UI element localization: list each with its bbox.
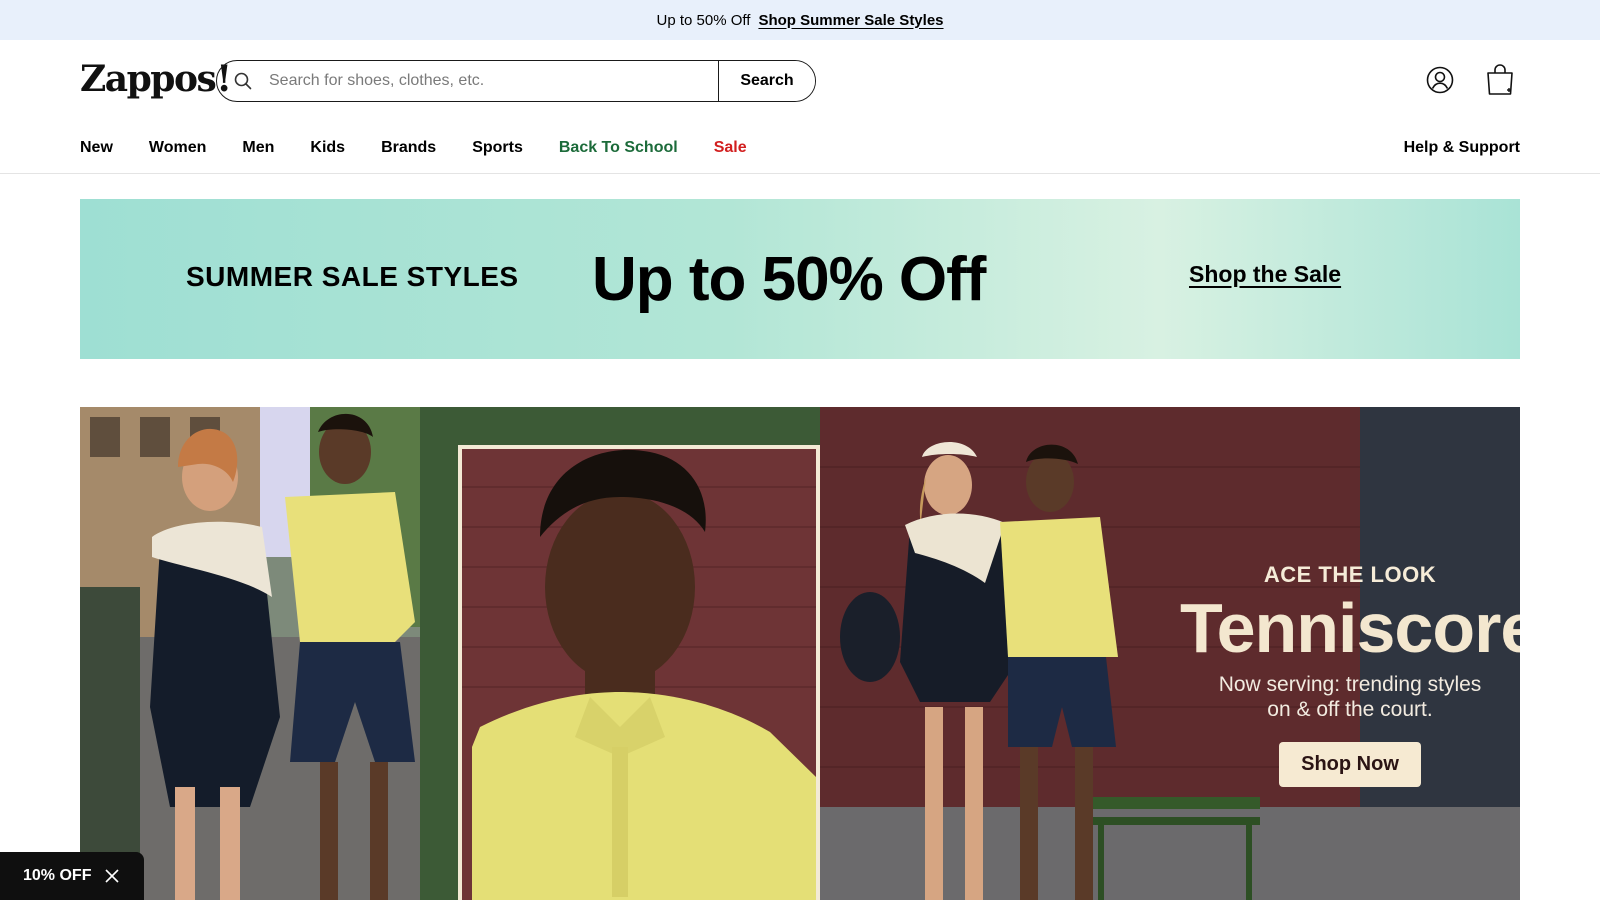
account-icon[interactable]: [1426, 66, 1454, 94]
nav-item-help-support[interactable]: Help & Support: [1404, 139, 1520, 157]
search-button[interactable]: Search: [718, 61, 815, 101]
cart-icon[interactable]: [1485, 64, 1515, 96]
hero-eyebrow: ACE THE LOOK: [1263, 562, 1437, 587]
hero-banner[interactable]: ACE THE LOOK Tenniscore Now serving: tre…: [80, 407, 1520, 900]
search-icon: [217, 61, 269, 101]
nav-item-sale[interactable]: Sale: [714, 139, 747, 157]
main-nav: New Women Men Kids Brands Sports Back To…: [80, 136, 1520, 160]
promo-link[interactable]: Shop Summer Sale Styles: [758, 12, 943, 29]
discount-label[interactable]: 10% OFF: [23, 867, 91, 885]
nav-item-sports[interactable]: Sports: [472, 139, 523, 157]
search-bar: Search: [216, 60, 816, 102]
close-icon[interactable]: [105, 869, 120, 883]
nav-item-brands[interactable]: Brands: [381, 139, 436, 157]
promo-strip: Up to 50% Off Shop Summer Sale Styles: [0, 0, 1600, 40]
banner-label: SUMMER SALE STYLES: [186, 261, 519, 292]
search-input[interactable]: [269, 61, 718, 101]
discount-tab: 10% OFF: [0, 852, 144, 900]
nav-item-new[interactable]: New: [80, 139, 113, 157]
logo-wordmark: Zappos: [80, 58, 217, 100]
nav-item-women[interactable]: Women: [149, 139, 206, 157]
zappos-logo[interactable]: Zappos!: [80, 58, 232, 100]
nav-item-kids[interactable]: Kids: [310, 139, 345, 157]
promo-text: Up to 50% Off: [656, 11, 751, 29]
site-header: Zappos! Search New Women Men Kids Brands…: [0, 40, 1600, 174]
nav-item-men[interactable]: Men: [242, 139, 274, 157]
shop-now-button[interactable]: Shop Now: [1279, 742, 1421, 787]
nav-item-back-to-school[interactable]: Back To School: [559, 139, 678, 157]
hero-copy: ACE THE LOOK Tenniscore Now serving: tre…: [1180, 562, 1520, 787]
banner-headline: Up to 50% Off: [592, 245, 986, 314]
hero-subtitle-line-2: on & off the court.: [1267, 698, 1433, 721]
summer-sale-banner[interactable]: SUMMER SALE STYLES Up to 50% Off Shop th…: [80, 199, 1520, 359]
shop-the-sale-link[interactable]: Shop the Sale: [1189, 261, 1341, 288]
hero-headline: Tenniscore: [1180, 589, 1520, 667]
hero-subtitle-line-1: Now serving: trending styles: [1218, 673, 1482, 696]
